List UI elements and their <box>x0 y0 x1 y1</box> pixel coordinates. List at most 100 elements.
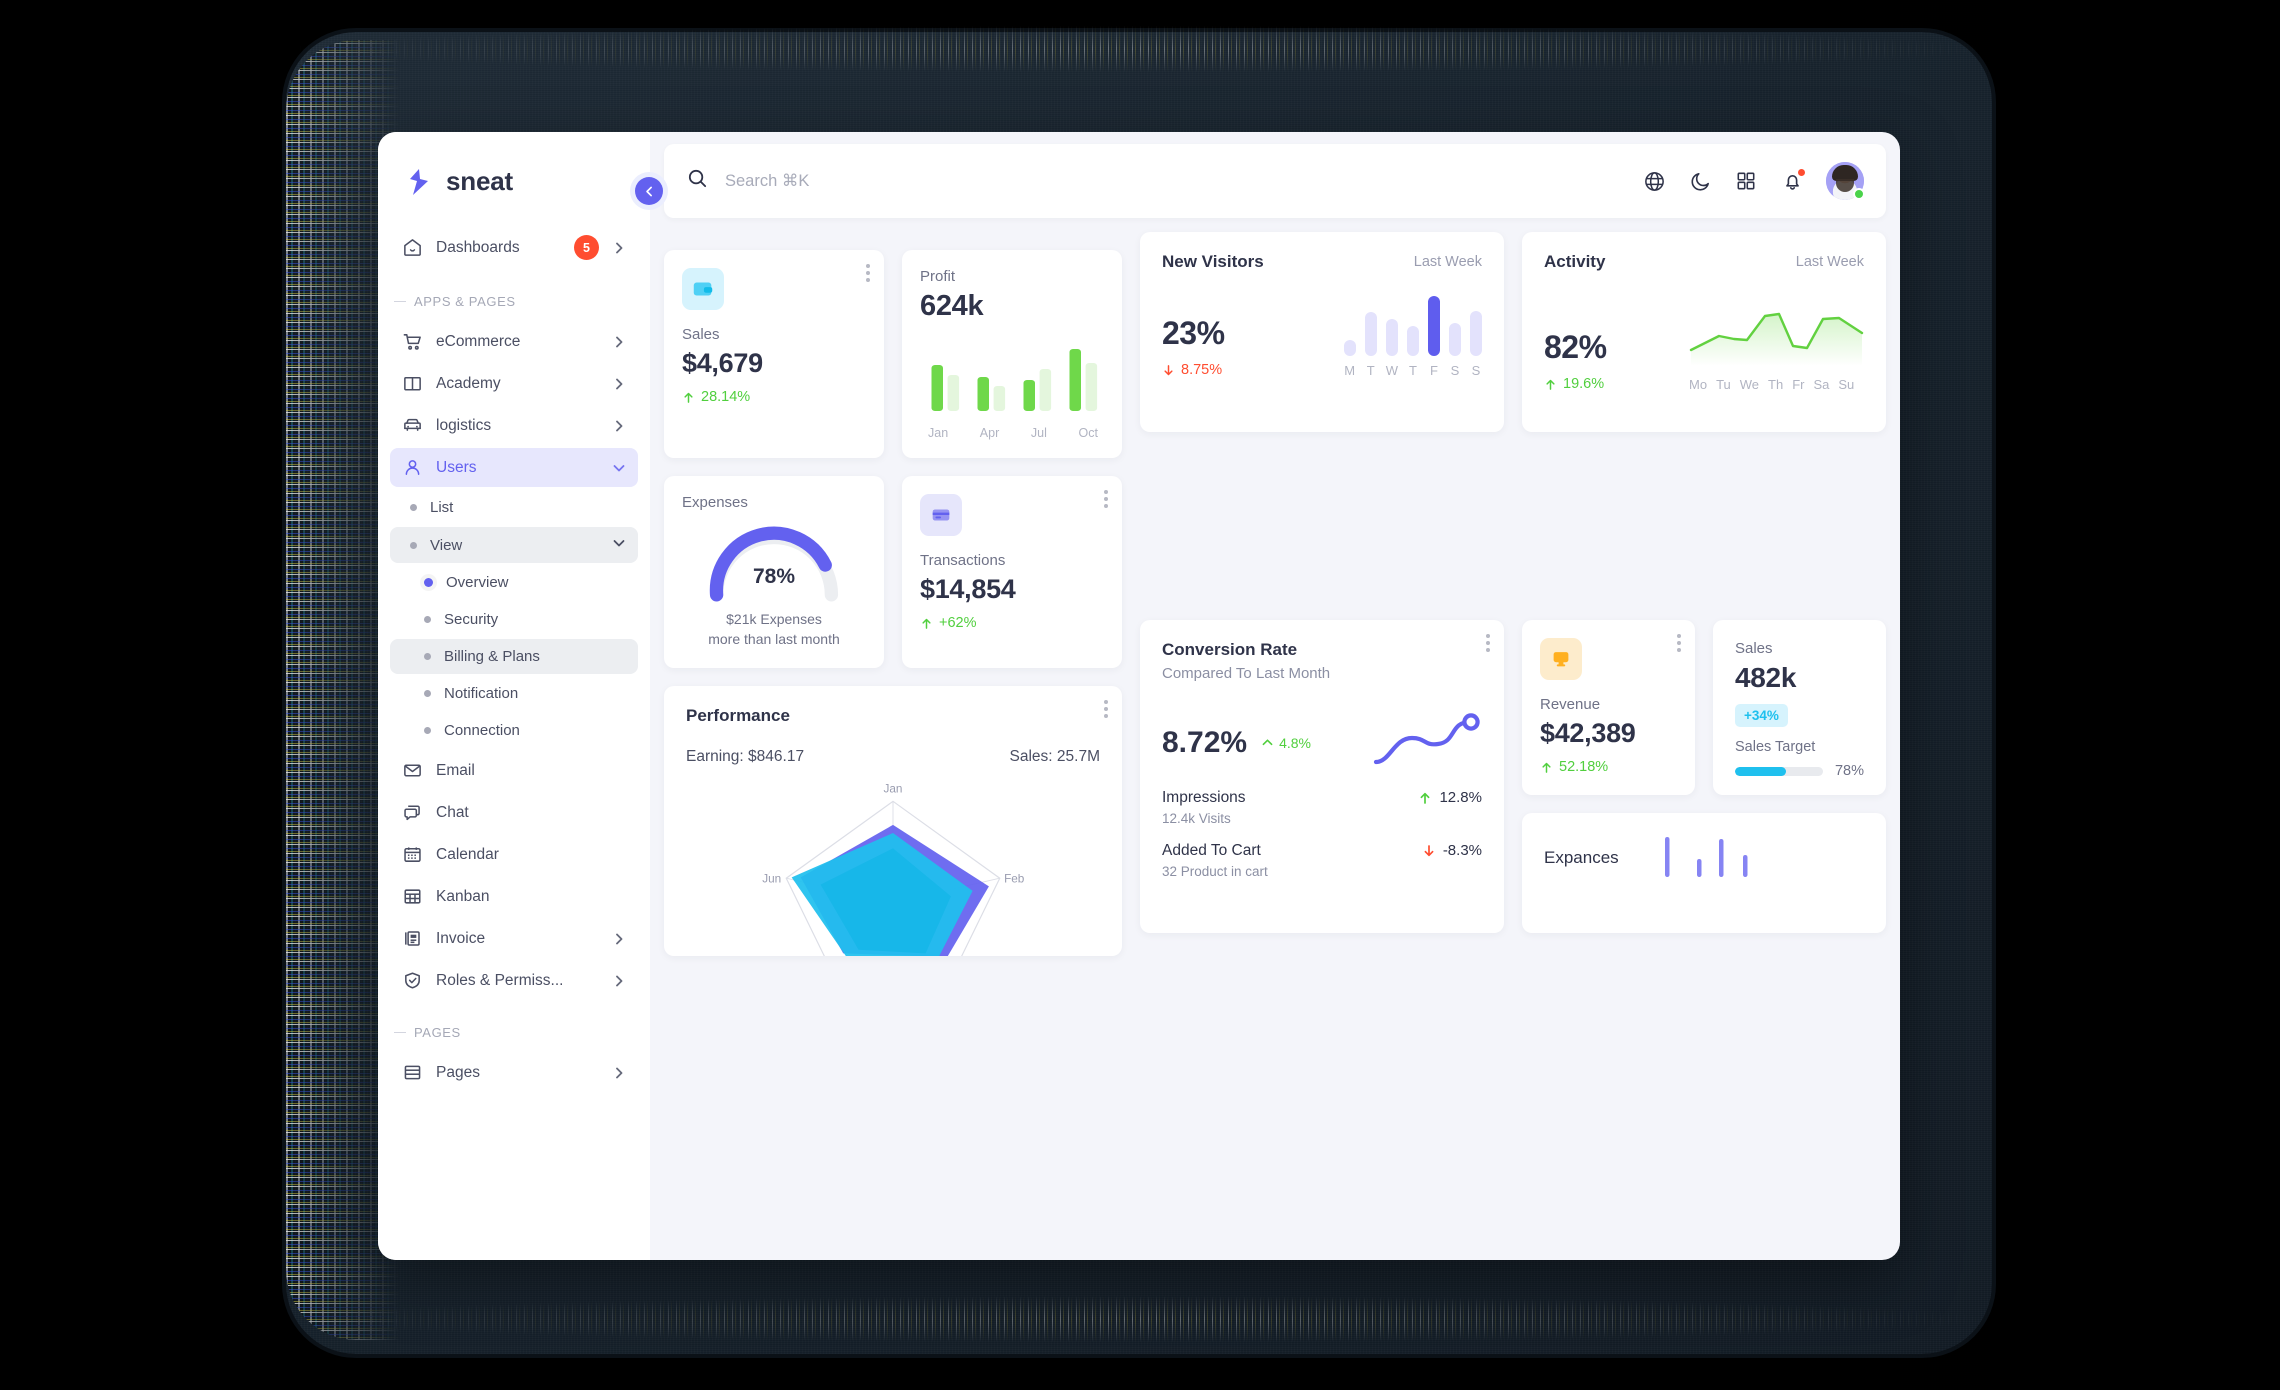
revenue-trend: 52.18% <box>1540 759 1677 775</box>
globe-icon[interactable] <box>1642 169 1666 193</box>
calendar-icon <box>402 844 423 865</box>
performance-title: Performance <box>686 705 790 725</box>
sidebar-subitem-view[interactable]: View <box>390 527 638 563</box>
sidebar-item-roles-permissions[interactable]: Roles & Permiss... <box>390 961 638 1000</box>
expenses-gauge: 78% <box>682 521 866 603</box>
chevron-right-icon <box>612 974 626 988</box>
performance-earning: Earning: $846.17 <box>686 747 805 765</box>
sales-target-progress-value: 78% <box>1834 763 1864 779</box>
sales-card: Sales $4,679 28.14% <box>664 250 884 458</box>
profit-value: 624k <box>920 290 984 322</box>
chevron-right-icon <box>612 932 626 946</box>
sidebar-item-invoice[interactable]: Invoice <box>390 919 638 958</box>
sidebar-subitem-security[interactable]: Security <box>390 602 638 637</box>
sidebar-collapse-button[interactable] <box>630 172 668 210</box>
chevron-down-icon <box>612 536 626 554</box>
performance-stats: Earning: $846.17 Sales: 25.7M <box>686 748 1100 766</box>
transactions-card-menu[interactable] <box>1104 490 1108 508</box>
sidebar-item-email[interactable]: Email <box>390 751 638 790</box>
revenue-card-menu[interactable] <box>1677 634 1681 652</box>
sidebar-item-chat[interactable]: Chat <box>390 793 638 832</box>
chevron-right-icon <box>612 377 626 391</box>
right-spacer <box>1140 450 1886 602</box>
sidebar-item-label: Email <box>436 761 475 779</box>
bottom-metrics-row: Conversion Rate Compared To Last Month 8… <box>1140 620 1886 933</box>
sales-card-menu[interactable] <box>866 264 870 282</box>
pages-icon <box>402 1062 423 1083</box>
sidebar-subitem-overview[interactable]: Overview <box>390 565 638 600</box>
right-small-cards: Revenue $42,389 52.18% Sales 482k +34% S… <box>1522 620 1886 933</box>
transactions-delta: +62% <box>939 615 977 631</box>
sidebar-subitem-label: List <box>430 499 454 516</box>
sidebar-item-label: Pages <box>436 1063 480 1081</box>
performance-card-menu[interactable] <box>1104 699 1108 718</box>
avatar[interactable] <box>1826 162 1865 200</box>
conversion-card-menu[interactable] <box>1486 634 1490 652</box>
apps-grid-icon[interactable] <box>1734 169 1758 193</box>
sidebar: sneat Dashboards 5 APPS & PAGES eCommerc… <box>378 132 668 1260</box>
sidebar-item-users[interactable]: Users <box>390 448 638 487</box>
profit-tick: Apr <box>979 426 1000 440</box>
search-input[interactable] <box>725 171 1626 191</box>
search-icon <box>686 167 709 195</box>
sidebar-item-dashboards[interactable]: Dashboards 5 <box>390 226 638 269</box>
moon-icon[interactable] <box>1688 169 1712 193</box>
sidebar-subitem-notification[interactable]: Notification <box>390 676 638 711</box>
arrow-down-icon <box>1424 844 1434 856</box>
profit-tick: Jul <box>1030 426 1047 440</box>
conversion-row-impressions: Impressions 12.4k Visits 12.8% <box>1162 789 1482 826</box>
revenue-card: Revenue $42,389 52.18% <box>1522 620 1695 795</box>
tick: Th <box>1768 377 1784 392</box>
activity-chart: Mo Tu We Th Fr Sa Su <box>1689 306 1864 392</box>
sidebar-item-calendar[interactable]: Calendar <box>390 835 638 874</box>
activity-title: Activity <box>1544 252 1606 271</box>
bar-tick: S <box>1471 363 1481 378</box>
bar-tick: F <box>1430 363 1438 378</box>
monitor-icon <box>1540 638 1582 680</box>
chevron-right-icon <box>612 419 626 433</box>
new-visitors-card: New Visitors Last Week 23% 8.75% M T W T… <box>1140 232 1504 432</box>
sneat-logo-icon <box>404 167 434 197</box>
expances-card: Expances <box>1522 813 1886 933</box>
bullet-icon <box>424 727 431 734</box>
sidebar-item-label: Kanban <box>436 887 490 905</box>
bell-icon[interactable] <box>1780 167 1807 193</box>
sidebar-subitem-connection[interactable]: Connection <box>390 713 638 748</box>
sidebar-item-logistics[interactable]: logistics <box>390 406 638 445</box>
arrow-up-icon <box>922 618 931 629</box>
sidebar-subitem-label: Security <box>444 611 499 628</box>
sidebar-item-pages[interactable]: Pages <box>390 1053 638 1092</box>
expenses-label: Expenses <box>682 494 748 511</box>
expenses-subtext: $21k Expenses more than last month <box>682 609 866 650</box>
content-area: Sales $4,679 28.14% Profit 624k <box>650 132 1900 1260</box>
conversion-delta-wrap: 4.8% <box>1261 735 1311 751</box>
search-area[interactable] <box>686 167 1626 195</box>
notification-dot <box>1796 167 1807 178</box>
bar-tick: T <box>1409 363 1417 378</box>
user-icon <box>402 457 423 478</box>
topbar-icons <box>1642 162 1865 200</box>
row-sub: 32 Product in cart <box>1162 864 1268 879</box>
expenses-value: 78% <box>752 565 796 588</box>
brand[interactable]: sneat <box>378 132 650 223</box>
profit-chart: Jan Apr Jul Oct <box>920 339 1104 440</box>
conversion-value: 8.72% <box>1162 725 1248 759</box>
new-visitors-delta: 8.75% <box>1181 362 1223 378</box>
arrow-up-icon <box>1421 792 1430 804</box>
tick: Mo <box>1689 377 1708 392</box>
sales-target-progress <box>1735 766 1823 776</box>
dashboards-badge: 5 <box>574 235 599 260</box>
sidebar-item-academy[interactable]: Academy <box>390 364 638 403</box>
sidebar-subitem-billing-plans[interactable]: Billing & Plans <box>390 639 638 674</box>
sidebar-subitem-list[interactable]: List <box>390 490 638 525</box>
sidebar-item-label: Invoice <box>436 929 486 947</box>
brand-name: sneat <box>446 166 513 196</box>
new-visitors-body: 23% 8.75% M T W T F S S <box>1162 296 1482 378</box>
bullet-icon <box>424 653 431 660</box>
screenshot-stage: sneat Dashboards 5 APPS & PAGES eCommerc… <box>0 0 2280 1390</box>
sidebar-item-label: Users <box>436 458 477 476</box>
sidebar-item-kanban[interactable]: Kanban <box>390 877 638 916</box>
sidebar-item-ecommerce[interactable]: eCommerce <box>390 322 638 361</box>
conversion-delta: 4.8% <box>1279 734 1311 751</box>
tick: Su <box>1838 377 1855 392</box>
